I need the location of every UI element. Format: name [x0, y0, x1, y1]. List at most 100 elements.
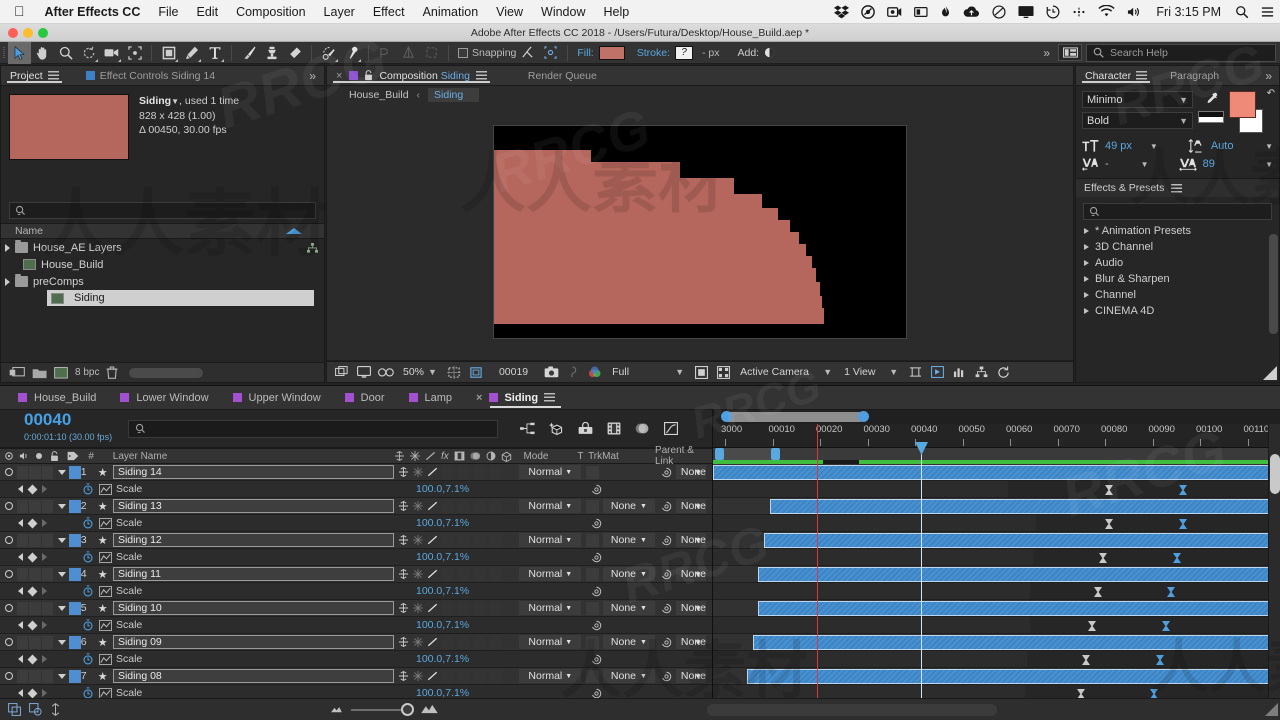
- layer-visibility-toggle[interactable]: [0, 668, 17, 685]
- timeline-tab-door[interactable]: Door: [344, 386, 409, 410]
- layer-duration-bar[interactable]: [713, 465, 1280, 480]
- camera-view-dropdown[interactable]: Active Camera ▼: [736, 364, 836, 380]
- layer-parent-dropdown[interactable]: None ▼: [675, 566, 712, 583]
- layer-name[interactable]: Siding 09: [112, 635, 394, 649]
- timeline-search-field[interactable]: [128, 419, 499, 438]
- timeline-horizontal-scrollbar[interactable]: [707, 703, 997, 716]
- layer-label-color[interactable]: [69, 465, 81, 479]
- layer-duration-bar[interactable]: [758, 601, 1280, 616]
- layer-label-color[interactable]: [69, 601, 81, 615]
- comp-flowchart-icon[interactable]: [972, 364, 990, 380]
- layer-mode-dropdown[interactable]: Normal ▼: [517, 464, 585, 481]
- add-circle-icon[interactable]: [764, 47, 775, 58]
- layer-trkmat-dropdown[interactable]: None ▼: [600, 498, 657, 515]
- timeline-tab-lower-window[interactable]: Lower Window: [120, 386, 232, 410]
- zoom-out-icon[interactable]: [329, 705, 344, 714]
- property-pickwhip-icon[interactable]: [586, 515, 606, 532]
- timeline-layer-track[interactable]: [713, 668, 1280, 685]
- table-row[interactable]: 7 ★ Siding 08 Normal ▼ None ▼ None ▼: [0, 668, 712, 685]
- layer-name[interactable]: Siding 14: [112, 465, 394, 479]
- keyframe-marker[interactable]: [1161, 621, 1170, 631]
- creative-cloud-icon[interactable]: [855, 4, 881, 19]
- property-row[interactable]: Scale 100.0,7.1%: [0, 515, 712, 532]
- zoom-bar-right-handle[interactable]: [858, 411, 869, 422]
- mode-column-header[interactable]: Mode: [517, 451, 572, 462]
- property-icons[interactable]: [66, 549, 116, 566]
- spotlight-icon[interactable]: [1229, 5, 1255, 19]
- layer-label-color[interactable]: [69, 669, 81, 683]
- property-name[interactable]: Scale: [116, 685, 416, 698]
- tab-composition-siding[interactable]: × Composition Siding: [327, 66, 496, 85]
- timeline-layer-track[interactable]: [713, 532, 1280, 549]
- layer-parent-dropdown[interactable]: None ▼: [675, 498, 712, 515]
- parent-pickwhip-icon[interactable]: [657, 532, 676, 549]
- always-preview-icon[interactable]: [333, 364, 351, 380]
- layer-audio-toggle[interactable]: [17, 601, 29, 615]
- work-area-bar[interactable]: [713, 448, 1280, 460]
- do-not-disturb-icon[interactable]: [986, 4, 1012, 19]
- property-row[interactable]: Scale 100.0,7.1%: [0, 481, 712, 498]
- layer-lock-toggle[interactable]: [41, 567, 54, 581]
- panel-menu-icon[interactable]: [544, 393, 556, 402]
- new-comp-icon[interactable]: [9, 366, 25, 379]
- layer-t-toggle[interactable]: [585, 465, 599, 479]
- keyframe-marker[interactable]: [1104, 485, 1113, 495]
- keyframe-marker[interactable]: [1150, 689, 1159, 699]
- panel-menu-icon[interactable]: [1171, 183, 1183, 193]
- region-interest-toggle-icon[interactable]: [692, 364, 710, 380]
- toggle-switches-modes-icon[interactable]: [8, 703, 22, 716]
- layer-lock-toggle[interactable]: [41, 499, 54, 513]
- property-row[interactable]: Scale 100.0,7.1%: [0, 651, 712, 668]
- layer-audio-toggle[interactable]: [17, 499, 29, 513]
- layer-name[interactable]: Siding 08: [112, 669, 394, 683]
- table-row[interactable]: 2 ★ Siding 13 Normal ▼ None ▼ None ▼: [0, 498, 712, 515]
- expand-collapse-icon[interactable]: [50, 703, 61, 716]
- hand-tool[interactable]: [31, 42, 54, 64]
- layer-label-color[interactable]: [69, 567, 81, 581]
- list-item[interactable]: * Animation Presets: [1076, 223, 1279, 239]
- fast-previews-icon[interactable]: [928, 364, 946, 380]
- stroke-swatch[interactable]: ?: [674, 45, 693, 60]
- work-area-end-handle[interactable]: [771, 448, 780, 460]
- comp-timecode[interactable]: 00019: [499, 366, 528, 378]
- layer-trkmat-dropdown[interactable]: None ▼: [600, 634, 657, 651]
- close-tab-icon[interactable]: ×: [336, 70, 342, 82]
- layer-duration-bar[interactable]: [747, 669, 1280, 684]
- property-name[interactable]: Scale: [116, 481, 416, 498]
- layer-name[interactable]: Siding 13: [112, 499, 394, 513]
- panel-resize-grip[interactable]: [1263, 366, 1277, 380]
- keyframe-marker[interactable]: [1167, 587, 1176, 597]
- layer-trkmat-dropdown[interactable]: None ▼: [600, 668, 657, 685]
- tab-character[interactable]: Character: [1076, 66, 1156, 85]
- layer-solo-toggle[interactable]: [29, 669, 41, 683]
- property-pickwhip-icon[interactable]: [586, 549, 606, 566]
- keyframe-navigator[interactable]: [0, 552, 66, 562]
- layer-duration-bar[interactable]: [752, 635, 1280, 650]
- property-pickwhip-icon[interactable]: [586, 617, 606, 634]
- layer-solo-toggle[interactable]: [29, 601, 41, 615]
- disclosure-triangle-icon[interactable]: [1084, 244, 1089, 250]
- layer-expand-triangle[interactable]: [54, 668, 69, 685]
- layer-switches[interactable]: [394, 464, 517, 481]
- layer-mode-dropdown[interactable]: Normal ▼: [517, 498, 585, 515]
- breadcrumb-current[interactable]: Siding: [428, 88, 480, 102]
- property-pickwhip-icon[interactable]: [586, 481, 606, 498]
- keyframe-marker[interactable]: [1178, 519, 1187, 529]
- layer-visibility-toggle[interactable]: [0, 600, 17, 617]
- snapping-toggle[interactable]: Snapping: [458, 47, 516, 59]
- table-row[interactable]: 5 ★ Siding 10 Normal ▼ None ▼ None ▼: [0, 600, 712, 617]
- project-column-name[interactable]: Name: [15, 225, 43, 237]
- display-arrangement-icon[interactable]: [908, 6, 934, 18]
- composition-canvas[interactable]: [494, 126, 906, 338]
- table-row[interactable]: 4 ★ Siding 11 Normal ▼ None ▼ None ▼: [0, 566, 712, 583]
- property-pickwhip-icon[interactable]: [586, 685, 606, 699]
- property-icons[interactable]: [66, 515, 116, 532]
- disclosure-triangle-icon[interactable]: [1084, 260, 1089, 266]
- timeline-property-track[interactable]: [713, 651, 1280, 668]
- layer-switches[interactable]: [394, 634, 517, 651]
- menu-item-file[interactable]: File: [149, 5, 187, 19]
- brush-tool[interactable]: [237, 42, 260, 64]
- magnification-dropdown[interactable]: 50% ▼: [399, 364, 441, 380]
- disclosure-triangle-icon[interactable]: [1084, 308, 1089, 314]
- current-time-indicator[interactable]: [921, 448, 922, 698]
